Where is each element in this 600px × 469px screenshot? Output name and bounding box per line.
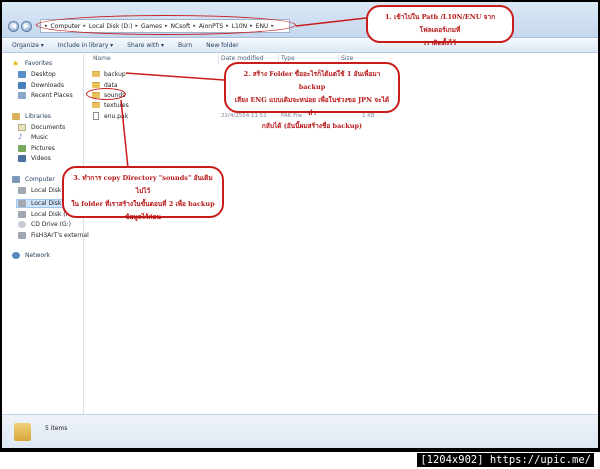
folder-icon <box>92 82 100 88</box>
libraries-icon <box>12 113 20 120</box>
include-in-library-button[interactable]: Include in library ▾ <box>58 42 113 49</box>
cd-drive-icon <box>18 221 26 228</box>
callout-2-line-1: 2. สร้าง Folder ชื่ออะไรก็ได้แต่ใช้ 1 อั… <box>243 70 381 91</box>
nav-network[interactable]: Network <box>12 251 50 260</box>
annotation-ellipse-address <box>36 15 296 35</box>
forward-arrow-icon[interactable]: ▶ <box>21 21 32 32</box>
folder-icon <box>92 102 100 108</box>
annotation-callout-2: 2. สร้าง Folder ชื่ออะไรก็ได้แต่ใช้ 1 อั… <box>224 62 400 130</box>
item-count: 5 items <box>45 425 68 432</box>
new-folder-button[interactable]: New folder <box>206 42 238 49</box>
callout-3-line-1: 3. ทำการ copy Directory "sounds" อันเดิม… <box>73 174 213 195</box>
nav-computer[interactable]: Computer <box>12 175 55 184</box>
folder-icon <box>92 71 100 77</box>
callout-3-line-3: ข้อมูลไว้ก่อน <box>125 213 161 221</box>
callout-3-line-2: ใน folder ที่เราสร้างในขั้นตอนที่ 2 เพื่… <box>71 200 215 208</box>
nav-local-disk-f[interactable]: Local Disk (F <box>18 210 69 219</box>
back-arrow-icon[interactable]: ◀ <box>8 21 19 32</box>
nav-cd-drive[interactable]: CD Drive (G:) <box>18 220 71 229</box>
callout-1-line-1: 1. เข้าไปใน Path /L10N/ENU จากโฟลเดอร์เก… <box>384 13 496 34</box>
annotation-ellipse-sounds <box>86 88 126 100</box>
column-divider <box>218 54 219 65</box>
hard-disk-icon <box>18 211 26 218</box>
star-icon: ★ <box>12 59 20 68</box>
navigation-pane: ★ Favorites Desktop Downloads Recent Pla… <box>2 54 89 414</box>
nav-pictures[interactable]: Pictures <box>18 144 55 153</box>
documents-icon <box>18 124 26 131</box>
videos-icon <box>18 155 26 162</box>
annotation-callout-3: 3. ทำการ copy Directory "sounds" อันเดิม… <box>62 166 224 221</box>
file-icon <box>93 112 99 120</box>
share-with-button[interactable]: Share with ▾ <box>127 42 164 49</box>
nav-recent-places[interactable]: Recent Places <box>18 91 73 100</box>
nav-music[interactable]: ♪ Music <box>18 133 48 142</box>
music-note-icon: ♪ <box>18 133 23 141</box>
callout-2-line-2: เสียง ENG แบบเดิมจะหน่อย เพื่อในช่วงขอ J… <box>234 96 390 117</box>
folder-large-icon <box>14 423 31 441</box>
network-icon <box>12 252 20 259</box>
burn-button[interactable]: Burn <box>178 42 192 49</box>
organize-button[interactable]: Organize ▾ <box>12 42 44 49</box>
nav-documents[interactable]: Documents <box>18 123 65 132</box>
recent-places-icon <box>18 92 26 99</box>
nav-libraries[interactable]: Libraries <box>12 112 51 121</box>
command-bar: Organize ▾ Include in library ▾ Share wi… <box>2 39 598 53</box>
nav-local-disk-c[interactable]: Local Disk ( <box>18 186 66 195</box>
nav-videos[interactable]: Videos <box>18 154 51 163</box>
callout-1-line-2: เราติดตั้งไว้ <box>423 39 457 47</box>
status-bar: 5 items <box>2 414 598 448</box>
nav-external-drive[interactable]: FisH3ArT's external <box>18 231 89 240</box>
column-header-name[interactable]: Name <box>93 55 111 65</box>
nav-favorites[interactable]: ★ Favorites <box>12 59 52 68</box>
image-footer: [1204x902] https://upic.me/ <box>0 452 600 469</box>
pictures-icon <box>18 145 26 152</box>
callout-2-line-3: กลับได้ (อันนี้ผมสร้างชื่อ backup) <box>261 122 363 130</box>
annotation-callout-1: 1. เข้าไปใน Path /L10N/ENU จากโฟลเดอร์เก… <box>366 5 514 47</box>
file-row-backup[interactable]: backup <box>92 69 126 79</box>
external-drive-icon <box>18 232 26 239</box>
downloads-icon <box>18 82 26 89</box>
computer-icon <box>12 176 20 183</box>
hard-disk-icon <box>18 200 26 207</box>
file-row-enu-pak[interactable]: enu.pak <box>92 111 128 121</box>
hard-disk-icon <box>18 187 26 194</box>
file-row-textures[interactable]: textures <box>92 100 129 110</box>
nav-desktop[interactable]: Desktop <box>18 70 56 79</box>
nav-local-disk-d[interactable]: Local Disk ( <box>18 199 66 208</box>
nav-downloads[interactable]: Downloads <box>18 81 64 90</box>
desktop-icon <box>18 71 26 78</box>
watermark: [1204x902] https://upic.me/ <box>417 453 594 467</box>
